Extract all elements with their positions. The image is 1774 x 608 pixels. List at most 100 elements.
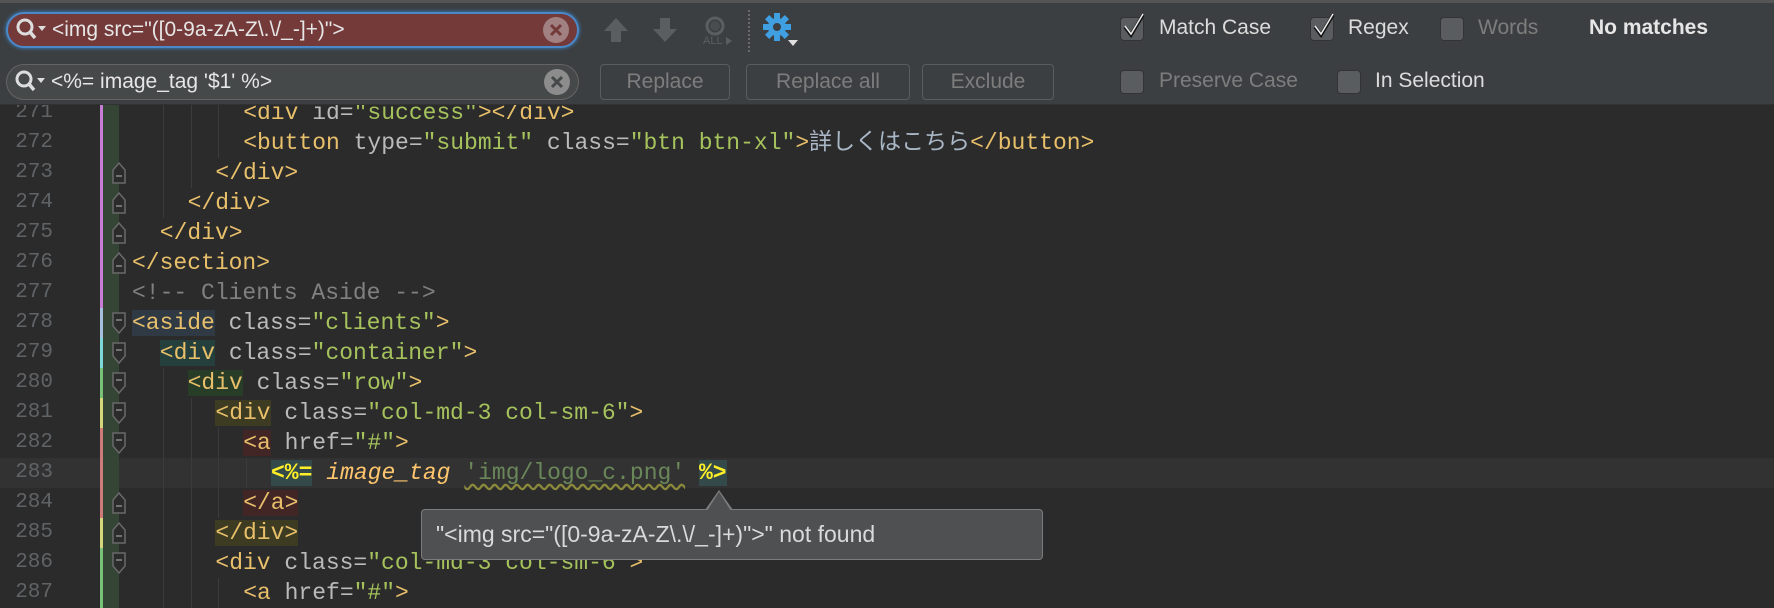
preserve-case-checkbox[interactable] [1120,70,1144,94]
code-token-tag: </div> [215,160,299,186]
code-text[interactable]: <div class="container"> [159,338,477,368]
exclude-button-label: Exclude [950,70,1026,93]
code-token-tag: <div [187,370,243,396]
code-text[interactable]: </div> [215,158,298,188]
code-line[interactable]: 283 <%= image_tag 'img/logo_c.png' %> [0,458,1774,488]
previous-occurrence-icon[interactable] [600,14,632,46]
code-text[interactable]: <a href="#"> [243,578,409,608]
code-line[interactable]: 276 </section> [0,248,1774,278]
fold-collapse-icon[interactable] [110,551,128,575]
fold-end-icon[interactable] [110,491,128,515]
words-checkbox[interactable] [1440,17,1464,41]
code-token-tag: <button [243,130,354,156]
code-line[interactable]: 287 <a href="#"> [0,578,1774,608]
settings-gear-icon[interactable] [762,12,798,46]
fold-collapse-icon[interactable] [110,431,128,455]
code-token-tag: > [629,400,644,426]
code-line[interactable]: 272 <button type="submit" class="btn btn-… [0,128,1774,158]
code-text[interactable]: </div> [188,188,271,218]
replace-button-label: Replace [626,70,704,93]
match-case-checkbox[interactable] [1120,13,1145,41]
code-token-tag: <div [215,550,285,576]
fold-end-icon[interactable] [110,191,128,215]
code-token-attr: class= [284,550,368,576]
indent-guide [218,488,220,518]
code-text[interactable]: </div> [160,218,243,248]
code-line[interactable]: 281 <div class="col-md-3 col-sm-6"> [0,398,1774,428]
code-line[interactable]: 280 <div class="row"> [0,368,1774,398]
clear-search-icon[interactable] [543,17,569,43]
replace-all-button-label: Replace all [776,70,880,93]
line-number: 274 [15,191,53,214]
gutter-area [103,278,119,308]
code-text[interactable]: <div class="col-md-3 col-sm-6"> [215,398,643,428]
regex-label[interactable]: Regex [1348,16,1409,40]
replace-field[interactable] [6,64,579,100]
indent-guide [190,548,192,578]
code-line[interactable]: 282 <a href="#"> [0,428,1774,458]
code-text[interactable]: <%= image_tag 'img/logo_c.png' %> [271,458,727,488]
code-token-val: "container" [311,340,464,366]
fold-collapse-icon[interactable] [110,401,128,425]
code-text[interactable]: </a> [243,488,299,518]
code-token-val: "#" [353,580,396,606]
code-token-cmt: <!-- Clients Aside --> [132,280,436,306]
code-line[interactable]: 278 <aside class="clients"> [0,308,1774,338]
fold-end-icon[interactable] [110,161,128,185]
code-token-val: "row" [339,370,409,396]
code-text[interactable]: <!-- Clients Aside --> [132,278,436,308]
replace-input[interactable] [47,67,544,97]
find-all-icon[interactable]: ALL [700,14,732,47]
code-line[interactable]: 274 </div> [0,188,1774,218]
match-case-label[interactable]: Match Case [1159,16,1271,40]
code-token-tag: <aside [132,310,215,336]
next-occurrence-icon[interactable] [649,14,681,46]
in-selection-label[interactable]: In Selection [1375,69,1485,93]
gutter-area [103,458,119,488]
code-token-tag: </section> [132,250,271,276]
code-token-tag: > [435,310,450,336]
replace-button[interactable]: Replace [600,64,730,100]
code-token-tag: > [795,130,810,156]
code-line[interactable]: 275 </div> [0,218,1774,248]
replace-all-button[interactable]: Replace all [746,64,910,100]
preserve-case-label[interactable]: Preserve Case [1159,69,1298,93]
indent-guide [162,428,164,458]
indent-guide [190,158,192,188]
fold-end-icon[interactable] [110,251,128,275]
code-token-tag: > [408,370,423,396]
code-line[interactable]: 273 </div> [0,158,1774,188]
code-text[interactable]: <aside class="clients"> [132,308,450,338]
replace-history-icon[interactable] [13,67,47,97]
clear-replace-icon[interactable] [544,69,570,95]
fold-collapse-icon[interactable] [110,341,128,365]
fold-end-icon[interactable] [110,521,128,545]
code-token-val: "btn btn-xl" [629,130,796,156]
code-text[interactable]: <div class="row"> [187,368,423,398]
regex-checkbox[interactable] [1310,13,1335,41]
code-token-tag: </a> [243,490,299,516]
fold-collapse-icon[interactable] [110,311,128,335]
indent-guide [190,518,192,548]
fold-collapse-icon[interactable] [110,371,128,395]
code-text[interactable]: <a href="#"> [243,428,409,458]
find-replace-toolbar: ALL Replace Replace all Exclude Match Ca… [0,0,1774,105]
line-number: 277 [15,281,53,304]
in-selection-checkbox[interactable] [1337,70,1361,94]
search-history-icon[interactable] [14,15,48,45]
code-text[interactable]: </section> [132,248,270,278]
gutter-area [103,578,119,608]
code-line[interactable]: 277 <!-- Clients Aside --> [0,278,1774,308]
search-field[interactable] [6,12,579,48]
fold-end-icon[interactable] [110,221,128,245]
line-number: 276 [15,251,53,274]
svg-text:ALL: ALL [703,35,723,47]
exclude-button[interactable]: Exclude [922,64,1054,100]
search-input[interactable] [48,15,543,45]
words-label[interactable]: Words [1478,16,1538,40]
code-text[interactable]: </div> [215,518,299,548]
code-token-attr: class= [214,310,312,336]
code-line[interactable]: 279 <div class="container"> [0,338,1774,368]
code-text[interactable]: <button type="submit" class="btn btn-xl"… [243,128,1094,158]
code-token-tag: </button> [970,130,1095,156]
